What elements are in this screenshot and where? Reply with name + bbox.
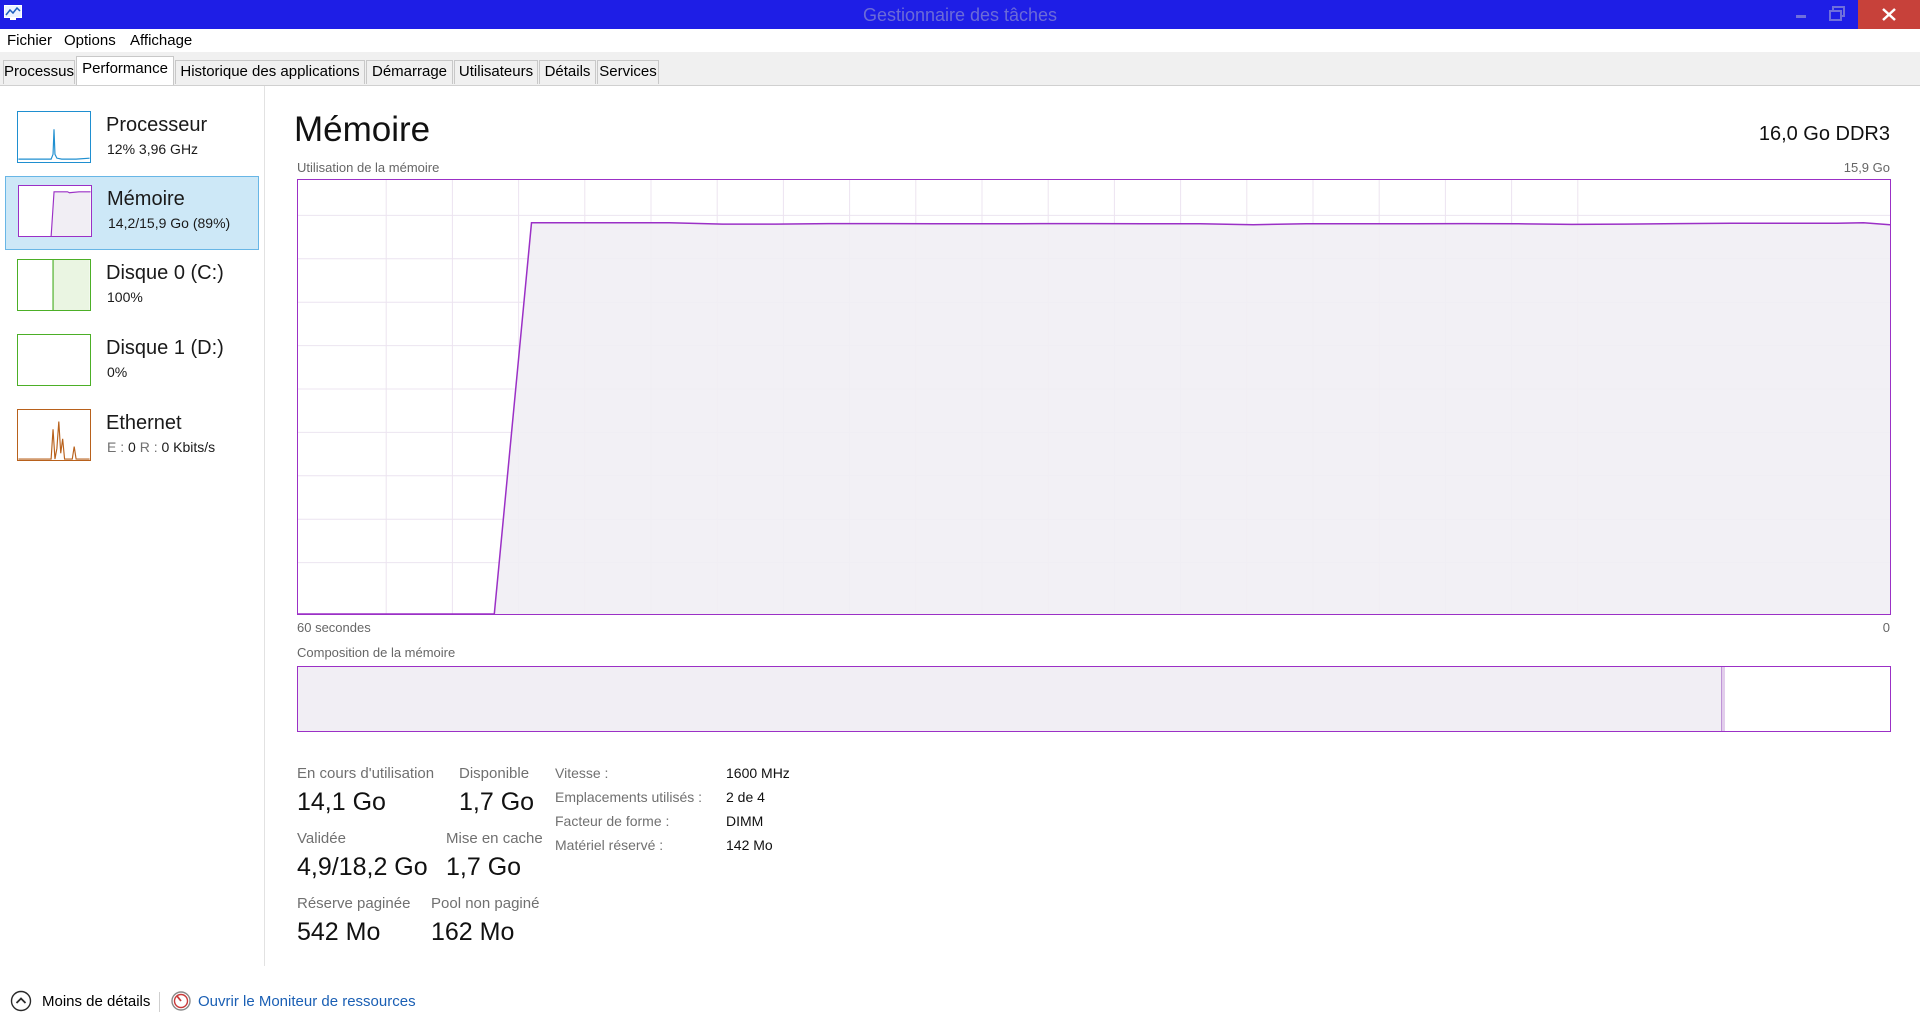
chevron-up-icon[interactable] (10, 990, 32, 1012)
resource-monitor-icon[interactable] (170, 990, 192, 1012)
sidebar-title: Mémoire (107, 188, 185, 210)
form-factor-label: Facteur de forme : (555, 813, 670, 829)
slots-value: 2 de 4 (726, 789, 765, 805)
restore-icon (1829, 6, 1845, 21)
paged-pool-label: Réserve paginée (297, 895, 411, 912)
available-label: Disponible (459, 765, 530, 782)
tab-utilisateurs[interactable]: Utilisateurs (454, 60, 538, 84)
usage-chart-label: Utilisation de la mémoire (297, 160, 440, 175)
sidebar-subtitle: 12% 3,96 GHz (107, 141, 199, 157)
usage-chart-max: 15,9 Go (1843, 160, 1890, 175)
ethernet-receive-prefix: R : (139, 439, 162, 455)
cpu-thumbnail (17, 111, 91, 163)
sidebar-item-disque-0[interactable]: Disque 0 (C:) 100% (5, 251, 259, 325)
performance-sidebar: Processeur 12% 3,96 GHz Mémoire 14,2/15,… (0, 86, 265, 966)
tab-bar: Processus Performance Historique des app… (0, 52, 1920, 86)
composition-in-use (298, 667, 1723, 731)
close-button[interactable] (1858, 0, 1920, 29)
sidebar-subtitle: E : 0 R : 0 Kbits/s (107, 439, 215, 455)
tab-details[interactable]: Détails (539, 60, 596, 84)
tab-demarrage[interactable]: Démarrage (366, 60, 453, 84)
sidebar-title: Disque 1 (D:) (106, 337, 224, 359)
menu-bar: Fichier Options Affichage (0, 29, 1920, 52)
usage-chart-svg (298, 180, 1891, 615)
memory-spec: 16,0 Go DDR3 (1758, 123, 1890, 145)
close-icon (1882, 8, 1896, 21)
committed-label: Validée (297, 830, 346, 847)
reserved-label: Matériel réservé : (555, 837, 664, 853)
sidebar-title: Ethernet (106, 412, 182, 434)
menu-fichier[interactable]: Fichier (7, 32, 52, 49)
slots-label: Emplacements utilisés : (555, 789, 703, 805)
memory-usage-chart (297, 179, 1891, 615)
usage-area (298, 222, 1890, 615)
form-factor-value: DIMM (726, 813, 764, 829)
speed-value: 1600 MHz (726, 765, 790, 781)
tab-processus[interactable]: Processus (3, 60, 75, 84)
open-resource-monitor-link[interactable]: Ouvrir le Moniteur de ressources (198, 993, 416, 1010)
composition-modified (1722, 667, 1726, 731)
tab-services[interactable]: Services (597, 60, 659, 84)
nonpaged-pool-value: 162 Mo (431, 918, 515, 946)
composition-label: Composition de la mémoire (297, 645, 456, 660)
maximize-button[interactable] (1818, 0, 1856, 29)
ethernet-send-value: 0 (128, 439, 136, 455)
page-title: Mémoire (294, 110, 431, 149)
sidebar-title: Processeur (106, 114, 208, 136)
menu-options[interactable]: Options (64, 32, 116, 49)
minimize-button[interactable] (1784, 0, 1818, 29)
sidebar-item-ethernet[interactable]: Ethernet E : 0 R : 0 Kbits/s (5, 401, 259, 475)
available-value: 1,7 Go (459, 788, 535, 816)
tab-historique[interactable]: Historique des applications (175, 60, 365, 84)
window-title: Gestionnaire des tâches (862, 5, 1058, 25)
less-details-button[interactable]: Moins de détails (42, 993, 150, 1010)
memory-composition-bar (297, 666, 1891, 732)
cached-value: 1,7 Go (446, 853, 522, 881)
ethernet-thumbnail (17, 409, 91, 461)
sidebar-item-memoire[interactable]: Mémoire 14,2/15,9 Go (89%) (5, 176, 259, 250)
sidebar-subtitle: 0% (107, 364, 128, 380)
nonpaged-pool-label: Pool non paginé (431, 895, 540, 912)
menu-affichage[interactable]: Affichage (130, 32, 192, 49)
tab-performance[interactable]: Performance (76, 56, 174, 85)
title-bar: Gestionnaire des tâches (0, 0, 1920, 29)
time-axis-label: 60 secondes (297, 620, 371, 635)
ethernet-receive-value: 0 Kbits/s (161, 439, 216, 455)
disk1-thumbnail (17, 334, 91, 386)
in-use-value: 14,1 Go (297, 788, 386, 816)
ethernet-send-prefix: E : (107, 439, 129, 455)
sidebar-item-disque-1[interactable]: Disque 1 (D:) 0% (5, 326, 259, 400)
minimize-icon (1796, 15, 1806, 18)
sidebar-title: Disque 0 (C:) (106, 262, 224, 284)
footer-separator (159, 992, 160, 1012)
cached-label: Mise en cache (446, 830, 543, 847)
sidebar-item-processeur[interactable]: Processeur 12% 3,96 GHz (5, 103, 259, 177)
footer: Moins de détails Ouvrir le Moniteur de r… (0, 970, 1920, 1032)
committed-value: 4,9/18,2 Go (297, 853, 428, 881)
reserved-value: 142 Mo (726, 837, 773, 853)
disk0-thumbnail (17, 259, 91, 311)
sidebar-subtitle: 14,2/15,9 Go (89%) (108, 215, 231, 231)
paged-pool-value: 542 Mo (297, 918, 381, 946)
speed-label: Vitesse : (555, 765, 609, 781)
time-axis-end: 0 (1882, 620, 1890, 635)
sidebar-subtitle: 100% (107, 289, 143, 305)
memory-thumbnail (18, 185, 92, 237)
in-use-label: En cours d'utilisation (297, 765, 435, 782)
